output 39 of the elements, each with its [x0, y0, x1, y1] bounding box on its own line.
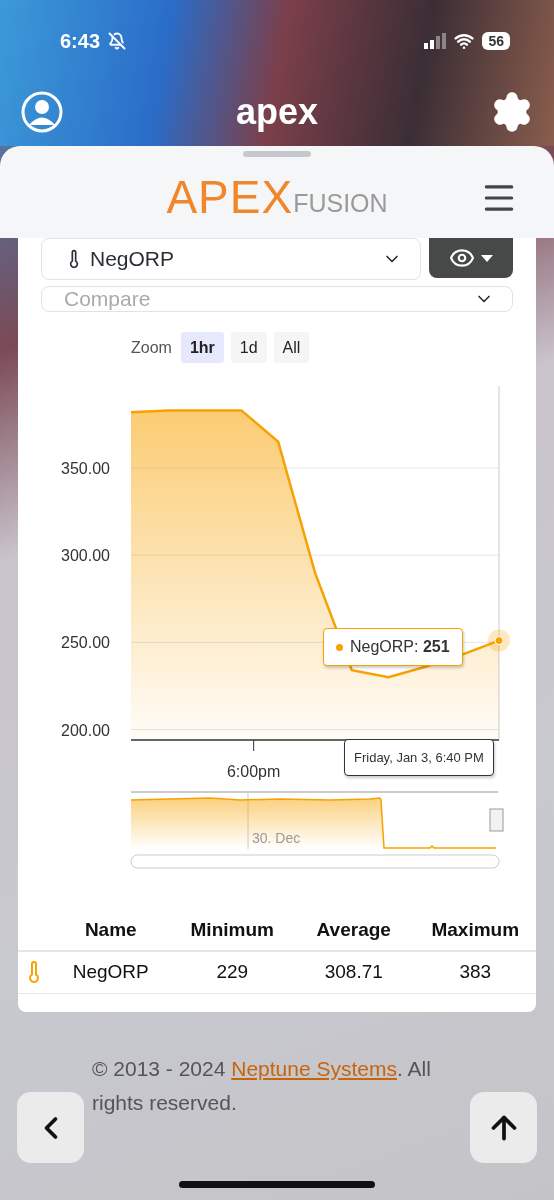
app-title: apex [235, 91, 319, 133]
table-cell-text: 308.71 [323, 961, 384, 983]
scroll-top-button[interactable] [470, 1092, 537, 1163]
back-button[interactable] [17, 1092, 84, 1163]
y-axis-label: 250.00 [61, 634, 110, 652]
sensor-select[interactable]: NegORP [41, 238, 421, 280]
table-cell-text: 229 [215, 961, 250, 983]
status-time: 6:43 [60, 29, 101, 53]
logo-primary: APEX [166, 170, 294, 224]
wifi-icon [454, 31, 475, 51]
drag-handle[interactable] [243, 151, 311, 157]
signal-icon [424, 33, 447, 49]
range-handle[interactable] [489, 808, 504, 832]
zoom-button[interactable]: 1d [230, 332, 267, 363]
y-axis-label: 200.00 [61, 721, 110, 739]
zoom-label: Zoom [131, 338, 172, 357]
y-axis-label: 300.00 [61, 547, 110, 565]
battery-level: 56 [482, 32, 510, 50]
column-header: Maximum [430, 918, 521, 941]
table-cell-text: 383 [458, 961, 493, 983]
bell-off-icon [108, 32, 127, 50]
zoom-button[interactable]: All [273, 332, 310, 363]
profile-icon[interactable] [20, 90, 64, 134]
y-axis-label: 350.00 [61, 459, 110, 477]
table-cell-text: NegORP [71, 961, 150, 983]
zoom-button[interactable]: 1hr [180, 332, 224, 363]
navigator-label: 30. Dec [252, 830, 301, 846]
column-header: Name [83, 918, 138, 941]
copyright-text: © 2013 - 2024 Neptune Systems. All rights reserved. [92, 1056, 431, 1114]
logo-secondary: FUSION [293, 188, 388, 218]
value-tooltip: NegORP: 251 [323, 628, 463, 666]
time-tooltip: Friday, Jan 3, 6:40 PM [344, 739, 494, 776]
scrollbar[interactable] [130, 854, 500, 869]
hover-point [488, 629, 510, 652]
column-header: Average [315, 918, 392, 941]
visibility-button[interactable] [429, 238, 513, 278]
caret-icon [481, 254, 493, 262]
column-header: Minimum [189, 918, 275, 941]
x-axis-label: 6:00pm [227, 763, 281, 780]
